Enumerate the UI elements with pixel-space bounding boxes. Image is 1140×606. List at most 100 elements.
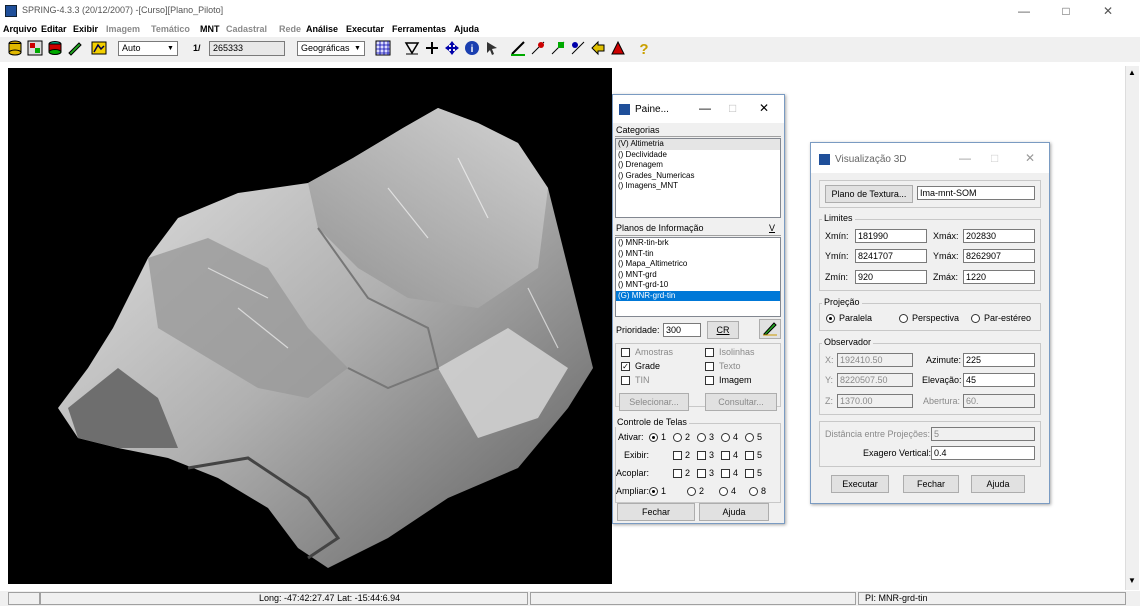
ajuda-button[interactable]: Ajuda: [971, 475, 1025, 493]
selecionar-button[interactable]: Selecionar...: [619, 393, 689, 411]
terrain-3d-canvas[interactable]: [8, 68, 612, 584]
ymin-input[interactable]: 8241707: [855, 249, 927, 263]
plano-textura-input[interactable]: Ima-mnt-SOM: [917, 186, 1035, 200]
scale-mode-select[interactable]: Auto ▼: [118, 41, 178, 56]
menu-editar[interactable]: Editar: [41, 24, 67, 34]
y-input[interactable]: 8220507.50: [837, 373, 913, 387]
menu-imagem[interactable]: Imagem: [106, 24, 140, 34]
vertical-scrollbar[interactable]: ▲ ▼: [1125, 66, 1139, 590]
maximize-icon[interactable]: □: [1052, 2, 1080, 20]
azimute-input[interactable]: 225: [963, 353, 1035, 367]
consultar-button[interactable]: Consultar...: [705, 393, 777, 411]
ativar-radio-1[interactable]: [649, 433, 658, 442]
tin-checkbox[interactable]: [621, 376, 630, 385]
minimize-icon[interactable]: —: [699, 101, 711, 115]
category-item[interactable]: () Imagens_MNT: [616, 181, 780, 192]
grid-icon[interactable]: [375, 40, 393, 57]
priority-input[interactable]: 300: [663, 323, 701, 337]
scroll-down-icon[interactable]: ▼: [1128, 576, 1136, 585]
tool-icon-1[interactable]: [530, 40, 548, 57]
menu-mnt[interactable]: MNT: [200, 24, 220, 34]
close-icon[interactable]: ✕: [759, 101, 769, 115]
maximize-icon[interactable]: □: [729, 101, 736, 115]
plano-textura-button[interactable]: Plano de Textura...: [825, 185, 913, 203]
plane-item[interactable]: () MNT-tin: [616, 249, 780, 260]
exagero-input[interactable]: 0.4: [931, 446, 1035, 460]
texto-checkbox[interactable]: [705, 362, 714, 371]
ativar-radio-4[interactable]: [721, 433, 730, 442]
xmax-input[interactable]: 202830: [963, 229, 1035, 243]
menu-analise[interactable]: Análise: [306, 24, 338, 34]
zoom-in-icon[interactable]: [424, 40, 442, 57]
plane-item[interactable]: () Mapa_Altimetrico: [616, 259, 780, 270]
project-icon[interactable]: [27, 40, 45, 57]
ativar-radio-3[interactable]: [697, 433, 706, 442]
acoplar-check-4[interactable]: [721, 469, 730, 478]
maximize-icon[interactable]: □: [991, 151, 998, 165]
plane-item[interactable]: () MNT-grd-10: [616, 280, 780, 291]
category-item[interactable]: () Drenagem: [616, 160, 780, 171]
plane-item[interactable]: () MNR-tin-brk: [616, 238, 780, 249]
parestereo-radio[interactable]: [971, 314, 980, 323]
acoplar-check-2[interactable]: [673, 469, 682, 478]
line-edit-icon[interactable]: [510, 40, 528, 57]
menu-executar[interactable]: Executar: [346, 24, 384, 34]
display-icon[interactable]: [91, 40, 109, 57]
edit-icon[interactable]: [67, 40, 85, 57]
paralela-radio[interactable]: [826, 314, 835, 323]
projection-select[interactable]: Geográficas ▼: [297, 41, 365, 56]
ativar-radio-5[interactable]: [745, 433, 754, 442]
menu-exibir[interactable]: Exibir: [73, 24, 98, 34]
amostras-checkbox[interactable]: [621, 348, 630, 357]
exibir-check-2[interactable]: [673, 451, 682, 460]
minimize-icon[interactable]: —: [1010, 2, 1038, 20]
tool-icon-3[interactable]: [570, 40, 588, 57]
grade-checkbox[interactable]: ✓: [621, 362, 630, 371]
menu-rede[interactable]: Rede: [279, 24, 301, 34]
exibir-check-3[interactable]: [697, 451, 706, 460]
category-icon[interactable]: [47, 40, 65, 57]
help-icon[interactable]: ?: [636, 40, 654, 58]
info-icon[interactable]: i: [464, 40, 482, 57]
fechar-button[interactable]: Fechar: [617, 503, 695, 521]
database-icon[interactable]: [7, 40, 25, 57]
cursor-icon[interactable]: [484, 40, 502, 57]
cr-button[interactable]: CR: [707, 321, 739, 339]
ampliar-radio-1[interactable]: [649, 487, 658, 496]
menu-ajuda[interactable]: Ajuda: [454, 24, 479, 34]
zmin-input[interactable]: 920: [855, 270, 927, 284]
menu-arquivo[interactable]: Arquivo: [3, 24, 37, 34]
planes-v-button[interactable]: V: [769, 223, 775, 233]
ampliar-radio-4[interactable]: [719, 487, 728, 496]
pencil-icon[interactable]: [759, 319, 781, 339]
tool-icon-2[interactable]: [550, 40, 568, 57]
acoplar-check-3[interactable]: [697, 469, 706, 478]
perspectiva-radio[interactable]: [899, 314, 908, 323]
plane-item[interactable]: () MNT-grd: [616, 270, 780, 281]
ajuda-button[interactable]: Ajuda: [699, 503, 769, 521]
categories-list[interactable]: (V) Altimetria () Declividade () Drenage…: [615, 138, 781, 218]
menu-ferramentas[interactable]: Ferramentas: [392, 24, 446, 34]
ampliar-radio-8[interactable]: [749, 487, 758, 496]
fechar-button[interactable]: Fechar: [903, 475, 959, 493]
menu-cadastral[interactable]: Cadastral: [226, 24, 267, 34]
zmax-input[interactable]: 1220: [963, 270, 1035, 284]
planes-list[interactable]: () MNR-tin-brk () MNT-tin () Mapa_Altime…: [615, 237, 781, 317]
stop-icon[interactable]: [610, 40, 628, 57]
scroll-up-icon[interactable]: ▲: [1128, 68, 1136, 77]
exibir-check-5[interactable]: [745, 451, 754, 460]
executar-button[interactable]: Executar: [831, 475, 889, 493]
exibir-check-4[interactable]: [721, 451, 730, 460]
ymax-input[interactable]: 8262907: [963, 249, 1035, 263]
back-icon[interactable]: [590, 40, 608, 57]
close-icon[interactable]: ✕: [1025, 151, 1035, 165]
category-item[interactable]: () Grades_Numericas: [616, 171, 780, 182]
z-input[interactable]: 1370.00: [837, 394, 913, 408]
ativar-radio-2[interactable]: [673, 433, 682, 442]
scale-input[interactable]: 265333: [209, 41, 285, 56]
plane-item-selected[interactable]: (G) MNR-grd-tin: [616, 290, 780, 301]
xmin-input[interactable]: 181990: [855, 229, 927, 243]
isolinhas-checkbox[interactable]: [705, 348, 714, 357]
pan-icon[interactable]: [444, 40, 462, 57]
menu-tematico[interactable]: Temático: [151, 24, 190, 34]
